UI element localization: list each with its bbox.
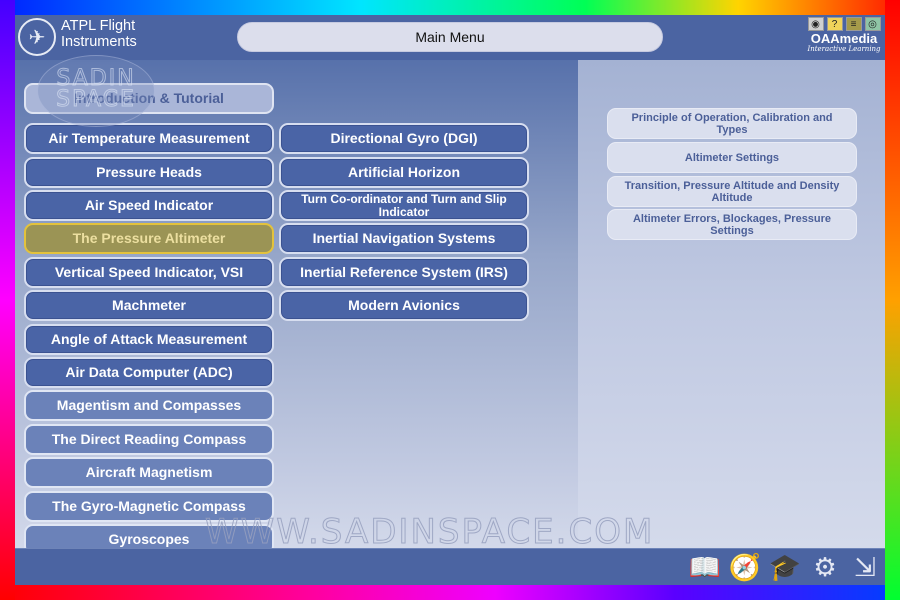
menu-item-inertial-reference[interactable]: Inertial Reference System (IRS) [279, 257, 529, 288]
brand-logo: ◉ ? ≡ ◎ OAAmedia Interactive Learning [805, 15, 883, 55]
menu-item-angle-of-attack[interactable]: Angle of Attack Measurement [24, 324, 274, 355]
menu-item-introduction[interactable]: Introduction & Tutorial [24, 83, 274, 114]
gears-icon[interactable]: ⚙ [807, 551, 843, 584]
app-window: ✈ ATPL Flight Instruments Main Menu ◉ ? … [15, 15, 885, 585]
submenu-item-errors[interactable]: Altimeter Errors, Blockages, Pressure Se… [607, 209, 857, 240]
main-menu-title-bar: Main Menu [237, 22, 663, 52]
footer-toolbar: 📖 🧭 🎓 ⚙ ⇲ [15, 548, 885, 585]
frame-right-border [885, 0, 900, 600]
menu-item-air-data-computer[interactable]: Air Data Computer (ADC) [24, 357, 274, 388]
view-icon[interactable]: ◎ [864, 17, 881, 31]
brand-name: OAAmedia [810, 31, 878, 46]
submenu-item-altimeter-settings[interactable]: Altimeter Settings [607, 142, 857, 173]
content-area: Principle of Operation, Calibration and … [15, 60, 885, 555]
exit-icon[interactable]: ⇲ [847, 551, 883, 584]
menu-item-turn-coordinator[interactable]: Turn Co-ordinator and Turn and Slip Indi… [279, 190, 529, 221]
notes-icon[interactable]: ≡ [845, 17, 862, 31]
sound-icon[interactable]: ◉ [807, 17, 824, 31]
frame-top-border [0, 0, 900, 15]
watermark-url: WWW.SADINSPACE.COM [204, 512, 655, 553]
menu-item-vsi[interactable]: Vertical Speed Indicator, VSI [24, 257, 274, 288]
frame-left-border [0, 0, 15, 600]
brand-tagline: Interactive Learning [807, 45, 881, 53]
submenu-item-principle[interactable]: Principle of Operation, Calibration and … [607, 108, 857, 139]
menu-item-direct-reading-compass[interactable]: The Direct Reading Compass [24, 424, 274, 455]
main-menu-label: Main Menu [415, 29, 485, 45]
app-title: ATPL Flight Instruments [61, 18, 137, 50]
menu-item-air-temperature[interactable]: Air Temperature Measurement [24, 123, 274, 154]
submenu-panel: Principle of Operation, Calibration and … [578, 60, 885, 548]
header: ✈ ATPL Flight Instruments Main Menu ◉ ? … [15, 15, 885, 60]
book-icon[interactable]: 📖 [687, 551, 723, 584]
menu-item-machmeter[interactable]: Machmeter [24, 290, 274, 321]
menu-item-magnetism-compasses[interactable]: Magentism and Compasses [24, 390, 274, 421]
compass-icon[interactable]: 🧭 [727, 551, 763, 584]
airplane-circle-icon: ✈ [18, 18, 56, 56]
menu-item-artificial-horizon[interactable]: Artificial Horizon [279, 157, 529, 188]
submenu-item-transition[interactable]: Transition, Pressure Altitude and Densit… [607, 176, 857, 207]
menu-item-aircraft-magnetism[interactable]: Aircraft Magnetism [24, 457, 274, 488]
menu-item-directional-gyro[interactable]: Directional Gyro (DGI) [279, 123, 529, 154]
help-icon[interactable]: ? [826, 17, 843, 31]
menu-item-modern-avionics[interactable]: Modern Avionics [279, 290, 529, 321]
frame-bottom-border [0, 585, 900, 600]
menu-item-pressure-altimeter[interactable]: The Pressure Altimeter [24, 223, 274, 254]
menu-item-pressure-heads[interactable]: Pressure Heads [24, 157, 274, 188]
graduation-cap-icon[interactable]: 🎓 [767, 551, 803, 584]
menu-item-inertial-navigation[interactable]: Inertial Navigation Systems [279, 223, 529, 254]
menu-item-air-speed-indicator[interactable]: Air Speed Indicator [24, 190, 274, 221]
